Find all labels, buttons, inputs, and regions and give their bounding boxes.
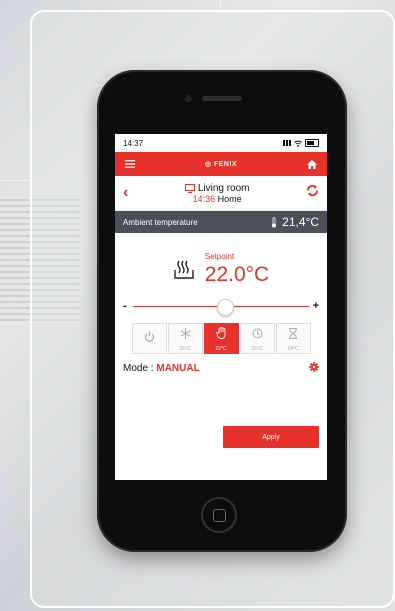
setpoint-text: Setpoint 22.0°C	[205, 252, 269, 287]
back-chevron-icon[interactable]: ‹	[123, 185, 128, 201]
mode-button-timer[interactable]: 24°C	[275, 323, 311, 354]
status-bar: 14:37	[115, 134, 327, 152]
snowflake-icon	[180, 326, 191, 344]
monitor-icon	[184, 183, 195, 193]
app-screen: 14:37 ◎ FENIX ‹ Living room 14:36 Home A…	[115, 134, 327, 480]
status-icons	[283, 139, 319, 147]
menu-icon[interactable]	[123, 157, 137, 171]
room-time: 14:36	[192, 193, 216, 204]
slider-knob[interactable]	[217, 299, 235, 316]
setpoint-slider[interactable]: - +	[123, 297, 319, 317]
refresh-icon[interactable]	[306, 184, 319, 202]
ambient-reading: 21,4°C	[271, 215, 319, 229]
smartphone: 14:37 ◎ FENIX ‹ Living room 14:36 Home A…	[97, 70, 347, 552]
home-icon[interactable]	[305, 157, 319, 171]
mode-button-schedule[interactable]: 16°C	[239, 323, 275, 354]
brand-name: FENIX	[213, 161, 238, 168]
thermometer-icon	[272, 216, 277, 227]
mode-temp: 22°C	[215, 345, 227, 352]
battery-icon	[305, 139, 319, 147]
room-name: Living room	[197, 182, 250, 194]
slider-plus[interactable]: +	[313, 300, 319, 312]
wall-edge	[220, 0, 221, 10]
phone-home-button[interactable]	[201, 497, 237, 533]
wifi-icon	[294, 140, 302, 147]
apply-button[interactable]: Apply	[223, 426, 319, 448]
settings-gear-icon[interactable]	[309, 362, 319, 375]
mode-temp: 16°C	[251, 345, 263, 352]
setpoint-value: 22.0°C	[204, 262, 270, 286]
mode-button-frost[interactable]: 16°C	[167, 323, 203, 354]
phone-speaker	[202, 96, 242, 101]
app-header: ◎ FENIX	[115, 152, 327, 176]
room-info: Living room 14:36 Home	[184, 182, 250, 204]
room-mode: Home	[217, 193, 242, 204]
setpoint-section: Setpoint 22.0°C	[115, 241, 327, 297]
clock-icon	[252, 326, 263, 344]
room-selector: ‹ Living room 14:36 Home	[115, 176, 327, 211]
power-icon	[144, 329, 155, 347]
room-title: Living room	[184, 182, 250, 194]
status-time: 14:37	[123, 138, 144, 148]
brand-logo: ◎ FENIX	[205, 160, 237, 168]
mode-value: MANUAL	[156, 363, 200, 374]
slider-minus[interactable]: -	[123, 300, 127, 312]
ambient-value: 21,4°C	[282, 215, 319, 229]
mode-row: Mode : MANUAL	[115, 362, 327, 375]
setpoint-label: Setpoint	[204, 251, 235, 261]
mode-button-off[interactable]	[131, 323, 167, 354]
mode-temp: 16°C	[179, 345, 191, 352]
brand-mark-icon: ◎	[204, 161, 212, 168]
mode-label: Mode :	[123, 363, 157, 374]
mode-button-manual[interactable]: 22°C	[203, 323, 239, 354]
ambient-temperature-bar: Ambient temperature 21,4°C	[115, 211, 327, 233]
phone-camera	[185, 95, 192, 102]
signal-icon	[283, 140, 291, 146]
hourglass-icon	[288, 326, 298, 344]
hand-icon	[215, 326, 227, 344]
ambient-label: Ambient temperature	[123, 217, 198, 227]
mode-temp: 24°C	[287, 345, 299, 352]
mode-buttons: 16°C 22°C 16°C 24°C	[115, 323, 327, 354]
room-subtitle: 14:36 Home	[185, 194, 250, 204]
heating-icon	[174, 260, 194, 279]
